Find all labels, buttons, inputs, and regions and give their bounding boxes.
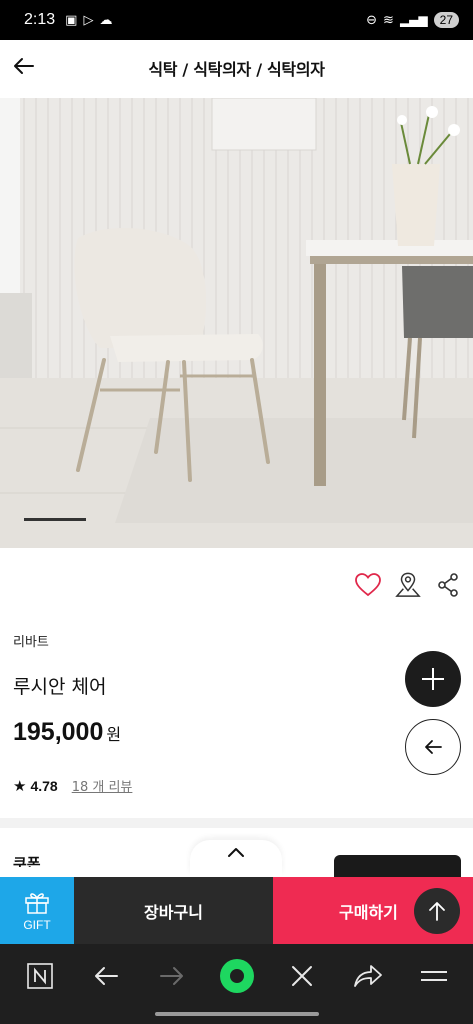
review-count-link[interactable]: 18 개 리뷰 [72, 776, 133, 795]
status-system-icons: ⊖ ≋ ▂▄▆ 27 [366, 12, 459, 28]
arrow-left-icon [14, 58, 34, 74]
menu-icon [421, 971, 447, 981]
star-icon: ★ [13, 776, 27, 795]
rating-row: ★ 4.78 18 개 리뷰 [13, 776, 133, 796]
product-photo [0, 98, 473, 548]
close-tab-button[interactable] [282, 960, 322, 992]
share-button[interactable] [435, 570, 461, 600]
price-unit: 원 [106, 725, 122, 744]
store-location-button[interactable] [395, 570, 421, 600]
breadcrumb-title: 식탁 / 식탁의자 / 식탁의자 [148, 60, 325, 79]
carousel-indicator [24, 518, 86, 521]
browser-menu-button[interactable] [414, 960, 454, 992]
battery-indicator: 27 [433, 12, 459, 28]
naver-home-button[interactable] [20, 960, 60, 992]
dnd-icon: ⊖ [366, 12, 378, 28]
close-icon [292, 966, 312, 986]
browser-back-button[interactable] [86, 960, 126, 992]
arrow-left-icon [95, 967, 118, 985]
price-value: 195,000 [13, 718, 104, 746]
product-actions [355, 570, 461, 600]
gift-icon [25, 892, 49, 914]
wishlist-button[interactable] [355, 570, 381, 600]
price-row: 195,000 원 [13, 718, 121, 747]
share-arrow-icon [354, 965, 382, 987]
gift-button[interactable]: GIFT [0, 877, 74, 944]
naver-logo-icon [27, 963, 53, 989]
plus-icon [422, 668, 444, 690]
heart-icon [355, 573, 381, 597]
coupon-section-title: 쿠폰 [13, 855, 41, 867]
section-divider [0, 818, 473, 828]
map-pin-icon [395, 572, 421, 597]
browser-green-dot-button[interactable] [217, 959, 257, 993]
purchase-bar: GIFT 장바구니 구매하기 [0, 877, 473, 944]
floating-back-button[interactable] [405, 719, 461, 775]
arrow-left-icon [425, 740, 442, 754]
browser-toolbar [0, 944, 473, 1024]
scroll-to-top-button[interactable] [414, 888, 460, 934]
add-to-cart-button[interactable]: 장바구니 [74, 877, 273, 944]
browser-share-button[interactable] [348, 960, 388, 992]
brand-name[interactable]: 리바트 [13, 631, 49, 650]
bottom-sheet-toggle[interactable] [190, 840, 282, 876]
gift-label: GIFT [23, 917, 51, 932]
signal-icon: ▂▄▆ [399, 13, 428, 27]
status-bar: 2:13 ▣ ▷ ☁ ⊖ ≋ ▂▄▆ 27 [0, 0, 473, 40]
chevron-up-icon [228, 848, 244, 857]
rating-value: 4.78 [30, 777, 58, 794]
cloud-icon: ☁ [99, 12, 113, 28]
product-name: 루시안 체어 [13, 676, 107, 698]
play-icon: ▷ [83, 12, 94, 28]
home-indicator[interactable] [155, 1012, 319, 1016]
wifi-icon: ≋ [383, 12, 394, 28]
product-image-carousel[interactable] [0, 98, 473, 548]
arrow-up-icon [429, 902, 445, 921]
page-header: 식탁 / 식탁의자 / 식탁의자 [0, 40, 473, 96]
share-icon [438, 573, 458, 597]
status-notification-icons: ▣ ▷ ☁ [65, 13, 112, 28]
browser-forward-button[interactable] [152, 960, 192, 992]
screenshot-icon: ▣ [65, 12, 78, 28]
floating-plus-button[interactable] [405, 651, 461, 707]
status-time: 2:13 [24, 11, 56, 28]
green-dot-icon [220, 959, 254, 993]
back-button[interactable] [10, 52, 38, 80]
coupon-download-button[interactable] [334, 855, 461, 877]
arrow-right-icon [160, 967, 183, 985]
